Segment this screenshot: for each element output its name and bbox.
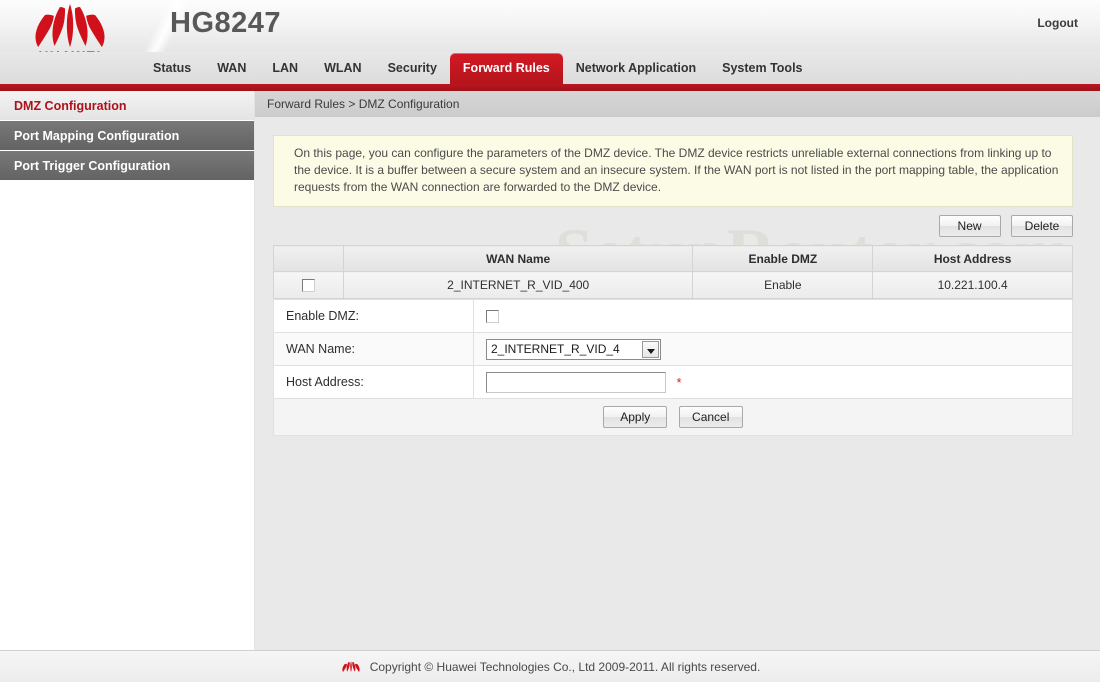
row-select-cell	[273, 271, 344, 299]
nav-item-network-application[interactable]: Network Application	[563, 53, 709, 83]
sidebar-item-port-mapping-configuration[interactable]: Port Mapping Configuration	[0, 121, 254, 151]
nav-item-wan[interactable]: WAN	[204, 53, 259, 83]
wan-name-label: WAN Name:	[273, 332, 474, 366]
row-select-checkbox[interactable]	[301, 279, 315, 293]
nav-item-lan[interactable]: LAN	[259, 53, 311, 83]
breadcrumb: Forward Rules > DMZ Configuration	[255, 91, 1100, 117]
cancel-button[interactable]: Cancel	[678, 406, 743, 428]
main-navigation: Status WAN LAN WLAN Security Forward Rules Net…	[0, 52, 1100, 84]
column-header-host-address: Host Address	[872, 245, 1073, 272]
chevron-down-icon[interactable]	[642, 340, 659, 358]
enable-dmz-label: Enable DMZ:	[273, 299, 474, 333]
table-toolbar: New Delete	[273, 215, 1073, 237]
page-header: HUAWEI HG8247 Logout	[0, 0, 1100, 52]
sidebar-item-port-trigger-configuration[interactable]: Port Trigger Configuration	[0, 151, 254, 181]
host-address-input[interactable]	[486, 371, 666, 393]
table-row[interactable]: 2_INTERNET_R_VID_400 Enable 10.221.100.4	[273, 271, 1073, 299]
body-wrapper: DMZ Configuration Port Mapping Configurat…	[0, 91, 1100, 670]
required-asterisk: *	[676, 374, 682, 390]
column-header-wan-name: WAN Name	[342, 245, 694, 272]
info-notice: On this page, you can configure the para…	[273, 135, 1073, 207]
apply-button[interactable]: Apply	[603, 406, 668, 428]
delete-button[interactable]: Delete	[1011, 215, 1073, 237]
page-title: HG8247	[170, 7, 282, 39]
form-actions-cell: Apply Cancel	[273, 398, 1073, 436]
dmz-form: Enable DMZ: WAN Name: 2_INTERNET_R_VID_4	[273, 299, 1073, 436]
table-header-row: WAN Name Enable DMZ Host Address	[273, 245, 1073, 272]
copyright-text: Copyright © Huawei Technologies Co., Ltd…	[369, 659, 761, 674]
huawei-flower-logo-icon	[35, 4, 105, 47]
nav-item-security[interactable]: Security	[375, 53, 450, 83]
column-header-select	[273, 245, 344, 272]
nav-item-system-tools[interactable]: System Tools	[709, 53, 815, 83]
nav-item-forward-rules[interactable]: Forward Rules	[449, 53, 563, 84]
nav-item-wlan[interactable]: WLAN	[311, 53, 375, 83]
form-row-wan-name: WAN Name: 2_INTERNET_R_VID_4	[273, 332, 1073, 366]
row-host-address: 10.221.100.4	[872, 271, 1073, 299]
enable-dmz-cell	[473, 299, 1073, 333]
navigation-divider	[0, 84, 1100, 91]
form-row-host-address: Host Address: *	[273, 365, 1073, 399]
row-wan-name: 2_INTERNET_R_VID_400	[342, 271, 694, 299]
enable-dmz-checkbox[interactable]	[486, 310, 499, 324]
row-enable-dmz: Enable	[692, 271, 874, 299]
wan-name-select-value: 2_INTERNET_R_VID_4	[491, 341, 620, 356]
new-button[interactable]: New	[938, 215, 1001, 237]
content-panel: SetupRouter.com On this page, you can co…	[255, 117, 1100, 670]
content-area: Forward Rules > DMZ Configuration SetupR…	[255, 91, 1100, 670]
router-admin-page: HUAWEI HG8247 Logout StatusWANLANWLANSec…	[0, 0, 1100, 682]
wan-name-cell: 2_INTERNET_R_VID_4	[473, 332, 1073, 366]
sidebar-item-dmz-configuration[interactable]: DMZ Configuration	[0, 91, 254, 121]
nav-item-status[interactable]: Status	[140, 53, 204, 83]
wan-name-select[interactable]: 2_INTERNET_R_VID_4	[486, 338, 661, 360]
form-actions-row: Apply Cancel	[273, 398, 1073, 436]
dmz-configuration-panel: On this page, you can configure the para…	[273, 135, 1073, 436]
column-header-enable-dmz: Enable DMZ	[692, 245, 874, 272]
form-row-enable-dmz: Enable DMZ:	[273, 299, 1073, 333]
host-address-cell: *	[473, 365, 1073, 399]
huawei-flower-logo-small-icon	[342, 661, 360, 672]
dmz-table: WAN Name Enable DMZ Host Address 2_INTER…	[273, 245, 1073, 299]
page-footer: Copyright © Huawei Technologies Co., Ltd…	[0, 650, 1100, 682]
brand-logo: HUAWEI	[0, 0, 140, 52]
host-address-label: Host Address:	[273, 365, 474, 399]
logout-link[interactable]: Logout	[1037, 16, 1078, 30]
sidebar-menu: DMZ Configuration Port Mapping Configurat…	[0, 91, 255, 670]
